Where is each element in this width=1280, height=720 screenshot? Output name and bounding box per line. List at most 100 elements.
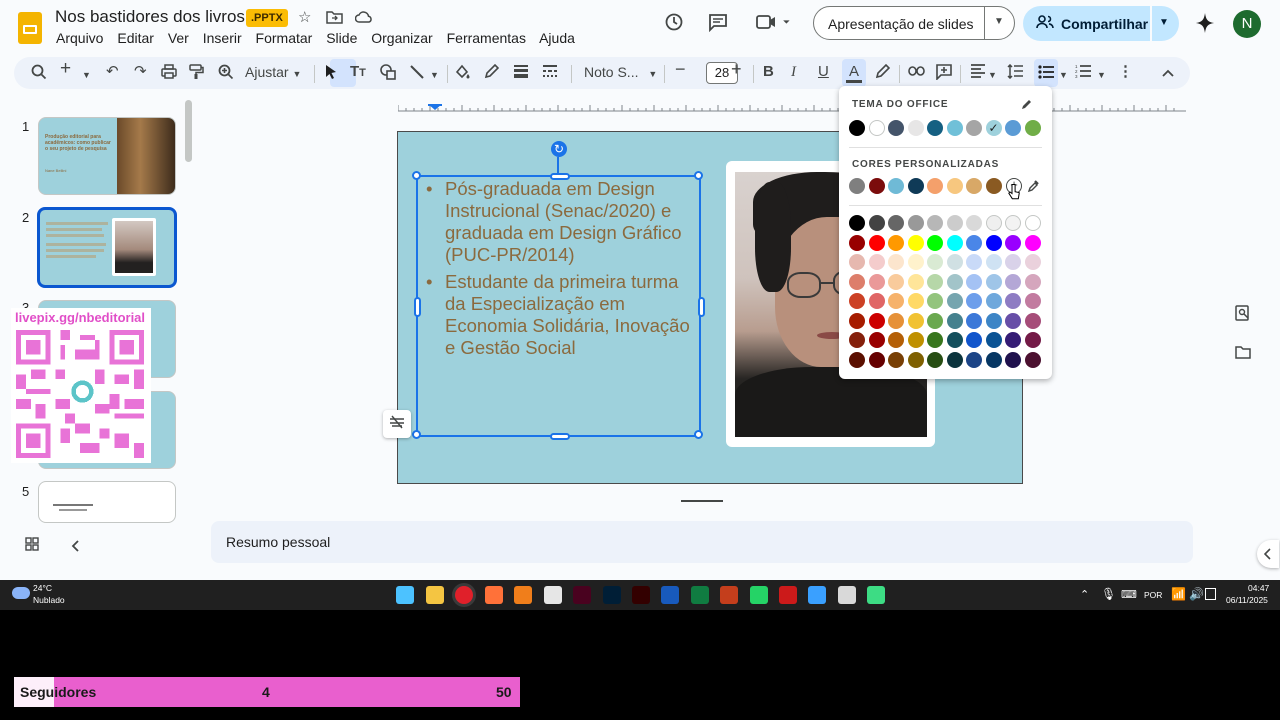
palette-color-swatch[interactable]	[966, 234, 982, 251]
palette-color-swatch[interactable]	[985, 351, 1002, 368]
insert-link-icon[interactable]	[908, 64, 925, 80]
bold-icon[interactable]: B	[763, 64, 774, 80]
palette-color-swatch[interactable]	[985, 254, 1002, 270]
custom-color-swatch[interactable]	[849, 178, 865, 194]
palette-color-swatch[interactable]	[946, 234, 963, 251]
theme-color-swatch[interactable]	[868, 120, 885, 136]
theme-color-swatch[interactable]	[907, 120, 924, 136]
palette-color-swatch[interactable]	[985, 312, 1002, 329]
edit-theme-icon[interactable]	[1021, 97, 1033, 115]
palette-color-swatch[interactable]	[1005, 351, 1021, 368]
share-dropdown-icon[interactable]: ▼	[1159, 17, 1169, 28]
palette-color-swatch[interactable]	[888, 293, 904, 309]
keep-notes-icon[interactable]	[1235, 305, 1251, 326]
menu-arquivo[interactable]: Arquivo	[56, 30, 103, 46]
palette-color-swatch[interactable]	[849, 215, 865, 231]
palette-color-swatch[interactable]	[888, 273, 904, 290]
slideshow-button[interactable]: Apresentação de slides ▼	[813, 6, 1015, 40]
palette-color-swatch[interactable]	[1005, 273, 1021, 290]
palette-color-swatch[interactable]	[1024, 254, 1041, 270]
theme-color-swatch[interactable]: ✓	[985, 120, 1002, 136]
grid-view-icon[interactable]	[25, 537, 39, 556]
folder-icon[interactable]	[1235, 345, 1251, 364]
redo-icon[interactable]: ↷	[134, 64, 147, 80]
bio-bullet-list[interactable]: Pós-graduada em Design Instrucional (Sen…	[426, 178, 704, 364]
autofit-options-icon[interactable]	[383, 410, 411, 438]
palette-color-swatch[interactable]	[868, 351, 885, 368]
palette-color-swatch[interactable]	[1005, 215, 1021, 231]
tray-expand-icon[interactable]: ⌃	[1080, 588, 1089, 601]
palette-color-swatch[interactable]	[868, 234, 885, 251]
palette-color-swatch[interactable]	[1024, 351, 1041, 368]
palette-color-swatch[interactable]	[868, 254, 885, 270]
palette-color-swatch[interactable]	[985, 332, 1002, 348]
fl-app-icon[interactable]	[514, 586, 532, 604]
custom-color-swatch[interactable]	[927, 178, 943, 194]
new-slide-icon[interactable]: +	[60, 59, 71, 78]
zoom-select[interactable]: Ajustar ▼	[245, 64, 301, 82]
move-folder-icon[interactable]	[326, 10, 343, 28]
paint-format-icon[interactable]	[189, 64, 204, 84]
search-menus-icon[interactable]	[31, 64, 47, 84]
theme-color-swatch[interactable]	[966, 120, 982, 136]
weather-temp[interactable]: 24°C	[33, 583, 52, 593]
theme-color-swatch[interactable]	[849, 120, 865, 136]
battery-icon[interactable]	[1205, 588, 1216, 600]
custom-color-swatch[interactable]	[946, 178, 963, 194]
slide-thumbnail-1[interactable]: Produção editorial para acadêmicos: como…	[38, 117, 176, 195]
microphone-icon[interactable]: 🎙	[1101, 587, 1116, 601]
menu-formatar[interactable]: Formatar	[256, 30, 313, 46]
cloud-status-icon[interactable]	[354, 10, 373, 28]
excel-icon[interactable]	[691, 586, 709, 604]
photoshop-icon[interactable]	[603, 586, 621, 604]
bulleted-list-icon[interactable]	[1034, 59, 1058, 87]
collapse-toolbar-icon[interactable]	[1162, 65, 1174, 81]
palette-color-swatch[interactable]	[946, 215, 963, 231]
palette-color-swatch[interactable]	[966, 351, 982, 368]
palette-color-swatch[interactable]	[1024, 215, 1041, 231]
bluestacks-icon[interactable]	[867, 586, 885, 604]
palette-color-swatch[interactable]	[1005, 312, 1021, 329]
increase-font-size-icon[interactable]: +	[731, 60, 742, 78]
palette-color-swatch[interactable]	[868, 273, 885, 290]
fill-color-icon[interactable]	[454, 64, 471, 84]
opera-icon[interactable]	[455, 586, 473, 604]
palette-color-swatch[interactable]	[849, 254, 865, 270]
theme-color-swatch[interactable]	[927, 120, 943, 136]
palette-color-swatch[interactable]	[946, 293, 963, 309]
palette-color-swatch[interactable]	[966, 273, 982, 290]
user-avatar[interactable]: N	[1233, 10, 1261, 38]
palette-color-swatch[interactable]	[966, 332, 982, 348]
line-dropdown-icon[interactable]: ▼	[430, 67, 439, 83]
palette-color-swatch[interactable]	[927, 293, 943, 309]
illustrator-icon[interactable]	[632, 586, 650, 604]
resize-handle-bottom-right[interactable]	[694, 430, 703, 439]
resize-handle-left[interactable]	[414, 297, 421, 317]
undo-icon[interactable]: ↶	[106, 64, 119, 80]
menu-organizar[interactable]: Organizar	[371, 30, 432, 46]
palette-color-swatch[interactable]	[927, 351, 943, 368]
version-history-icon[interactable]	[664, 12, 684, 38]
palette-color-swatch[interactable]	[868, 215, 885, 231]
line-spacing-icon[interactable]	[1007, 63, 1024, 83]
custom-color-swatch[interactable]	[888, 178, 904, 194]
palette-color-swatch[interactable]	[907, 273, 924, 290]
zoom-icon[interactable]	[218, 64, 234, 84]
bullet-dropdown-icon[interactable]: ▼	[1059, 67, 1068, 83]
font-family-select[interactable]: Noto S... ▼	[584, 64, 657, 82]
menu-slide[interactable]: Slide	[326, 30, 357, 46]
palette-color-swatch[interactable]	[1005, 234, 1021, 251]
expand-side-panel-icon[interactable]	[1257, 540, 1279, 568]
palette-color-swatch[interactable]	[966, 293, 982, 309]
palette-color-swatch[interactable]	[1005, 293, 1021, 309]
text-box-icon[interactable]: TT	[350, 64, 366, 81]
palette-color-swatch[interactable]	[907, 254, 924, 270]
palette-color-swatch[interactable]	[907, 351, 924, 368]
palette-color-swatch[interactable]	[927, 254, 943, 270]
theme-color-swatch[interactable]	[1024, 120, 1041, 136]
palette-color-swatch[interactable]	[946, 254, 963, 270]
document-title[interactable]: Nos bastidores dos livros	[55, 7, 245, 27]
palette-color-swatch[interactable]	[888, 351, 904, 368]
palette-color-swatch[interactable]	[849, 234, 865, 251]
menu-ferramentas[interactable]: Ferramentas	[447, 30, 526, 46]
